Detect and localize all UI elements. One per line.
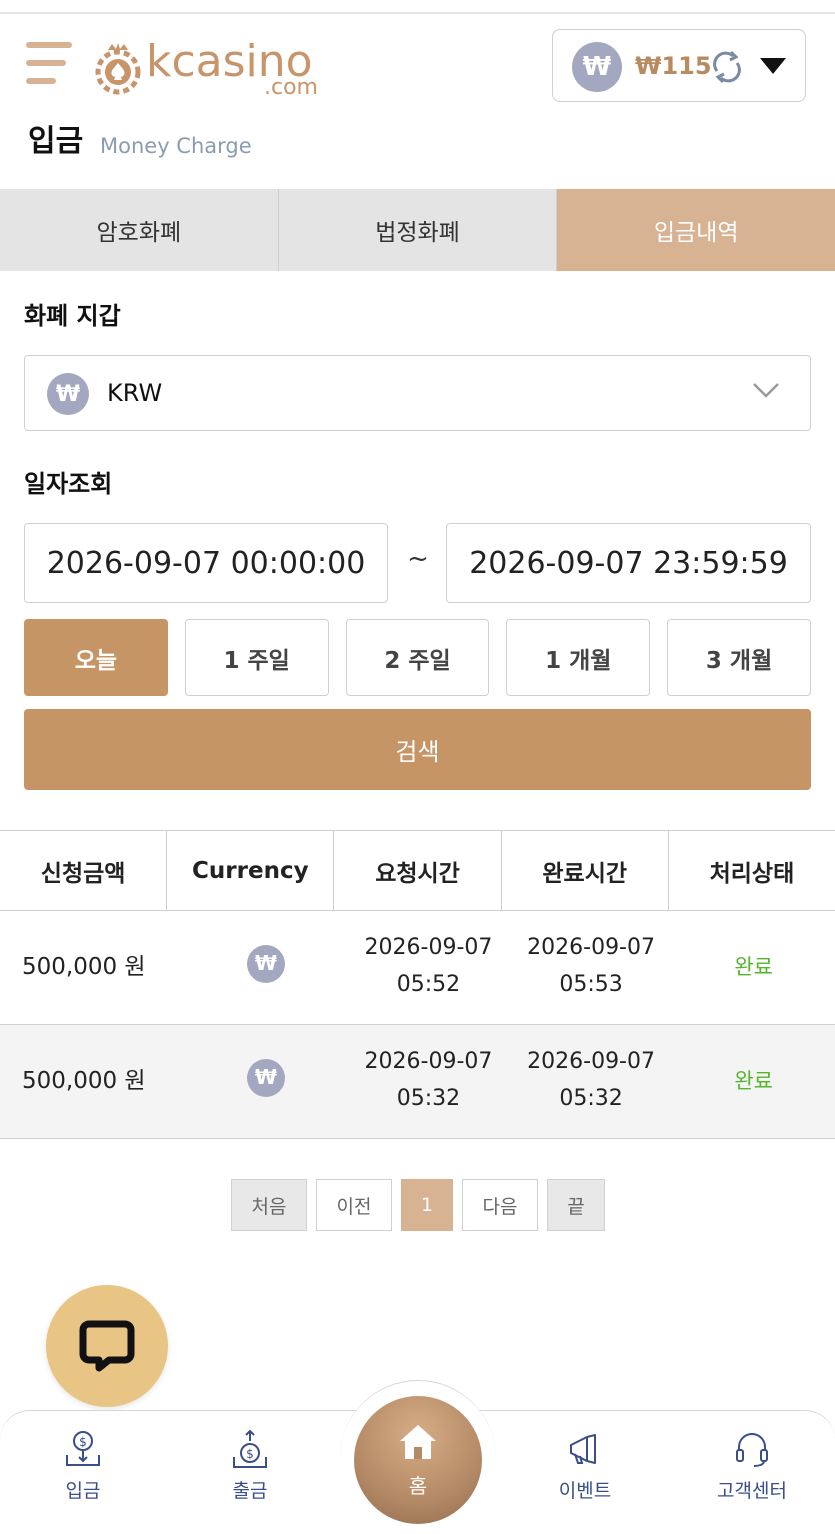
amount-cell: 500,000 원 <box>22 1068 146 1094</box>
complete-date: 2026-09-07 <box>527 1048 655 1074</box>
logo-domain: .com <box>264 75 318 100</box>
page-prev-button[interactable]: 이전 <box>316 1179 392 1231</box>
currency-select[interactable]: ₩ KRW <box>24 355 811 431</box>
page-last-button[interactable]: 끝 <box>547 1179 605 1231</box>
nav-withdraw[interactable]: $ 출금 <box>180 1429 320 1503</box>
chat-button[interactable] <box>46 1285 168 1407</box>
currency-cell: ₩ <box>185 1025 348 1138</box>
complete-date: 2026-09-07 <box>527 934 655 960</box>
nav-event-label: 이벤트 <box>558 1480 612 1502</box>
column-header: Currency <box>167 831 335 910</box>
complete-time: 05:32 <box>559 1085 623 1111</box>
currency-select-value: KRW <box>107 379 163 407</box>
megaphone-icon <box>570 1434 596 1464</box>
home-icon <box>400 1424 436 1459</box>
headset-icon <box>736 1433 768 1467</box>
table-row: 500,000 원 ₩ 2026-09-07 05:32 2026-09-07 … <box>0 1025 835 1139</box>
nav-deposit[interactable]: $ 입금 <box>13 1429 153 1503</box>
nav-home-button[interactable]: 홈 <box>354 1396 482 1524</box>
column-header: 완료시간 <box>502 831 669 910</box>
page-title: 입금 <box>28 124 84 159</box>
column-header: 처리상태 <box>709 860 795 887</box>
search-button[interactable]: 검색 <box>24 709 811 790</box>
header: kcasino .com ₩ ₩115 <box>0 14 835 114</box>
complete-time-cell: 2026-09-07 05:53 <box>510 911 673 1024</box>
svg-text:$: $ <box>79 1435 87 1449</box>
svg-text:$: $ <box>246 1447 254 1461</box>
request-time-cell: 2026-09-07 05:52 <box>347 911 510 1024</box>
end-date-input[interactable]: 2026-09-07 23:59:59 <box>446 523 811 603</box>
table-header: 신청금액 Currency 요청시간 완료시간 처리상태 <box>0 830 835 911</box>
date-filter-label: 일자조회 <box>24 470 113 498</box>
nav-deposit-label: 입금 <box>65 1480 101 1502</box>
column-header: 요청시간 <box>334 831 502 910</box>
period-1month-button[interactable]: 1 개월 <box>506 619 651 696</box>
amount-cell: 500,000 원 <box>22 954 146 980</box>
nav-support-label: 고객센터 <box>717 1480 787 1502</box>
hamburger-icon[interactable] <box>26 42 74 88</box>
nav-support[interactable]: 고객센터 <box>682 1429 822 1503</box>
page-subtitle: Money Charge <box>100 134 252 158</box>
page-next-button[interactable]: 다음 <box>462 1179 538 1231</box>
wallet-label: 화폐 지갑 <box>24 302 121 330</box>
request-date: 2026-09-07 <box>364 934 493 960</box>
won-coin-icon: ₩ <box>246 944 285 983</box>
complete-time: 05:53 <box>559 971 623 997</box>
period-2week-button[interactable]: 2 주일 <box>345 619 490 696</box>
request-date: 2026-09-07 <box>364 1048 493 1074</box>
column-header: 신청금액 <box>0 831 168 910</box>
won-coin-icon: ₩ <box>47 373 89 415</box>
caret-down-icon[interactable] <box>759 57 787 75</box>
balance-amount: ₩115 <box>635 52 712 80</box>
pagination: 처음 이전 1 다음 끝 <box>231 1179 605 1231</box>
won-coin-icon: ₩ <box>246 1058 285 1097</box>
period-3month-button[interactable]: 3 개월 <box>667 619 811 696</box>
period-today-button[interactable]: 오늘 <box>24 619 168 696</box>
status-badge: 완료 <box>734 1069 773 1093</box>
date-separator: ~ <box>407 544 429 574</box>
nav-event[interactable]: 이벤트 <box>515 1429 655 1503</box>
kcasino-logo[interactable]: kcasino .com <box>92 36 332 100</box>
request-time: 05:52 <box>396 971 461 997</box>
tab-bar: 암호화폐 법정화폐 입금내역 <box>0 189 835 271</box>
period-buttons: 오늘 1 주일 2 주일 1 개월 3 개월 <box>24 619 811 696</box>
start-date-input[interactable]: 2026-09-07 00:00:00 <box>24 523 388 603</box>
deposit-icon: $ <box>66 1431 100 1466</box>
balance-dropdown[interactable]: ₩ ₩115 <box>552 29 806 102</box>
table-row: 500,000 원 ₩ 2026-09-07 05:52 2026-09-07 … <box>0 911 835 1025</box>
tab-deposit-history[interactable]: 입금내역 <box>557 189 835 271</box>
chevron-down-icon <box>753 383 779 398</box>
tab-crypto[interactable]: 암호화폐 <box>0 189 279 271</box>
request-time-cell: 2026-09-07 05:32 <box>347 1025 510 1138</box>
currency-cell: ₩ <box>185 911 348 1024</box>
nav-home-label: 홈 <box>408 1473 428 1498</box>
complete-time-cell: 2026-09-07 05:32 <box>510 1025 673 1138</box>
refresh-icon[interactable] <box>709 49 745 85</box>
won-coin-icon: ₩ <box>572 42 622 92</box>
withdraw-icon: $ <box>233 1429 267 1468</box>
page-first-button[interactable]: 처음 <box>231 1179 307 1231</box>
page-current-button[interactable]: 1 <box>401 1179 453 1231</box>
chat-bubble-icon <box>79 1320 135 1372</box>
chip-spade-icon <box>95 43 141 95</box>
nav-withdraw-label: 출금 <box>232 1480 268 1502</box>
period-1week-button[interactable]: 1 주일 <box>184 619 329 696</box>
tab-fiat[interactable]: 법정화폐 <box>279 189 558 271</box>
request-time: 05:32 <box>396 1085 461 1111</box>
status-badge: 완료 <box>734 955 773 979</box>
deposit-history-table: 신청금액 Currency 요청시간 완료시간 처리상태 500,000 원 ₩… <box>0 830 835 1139</box>
